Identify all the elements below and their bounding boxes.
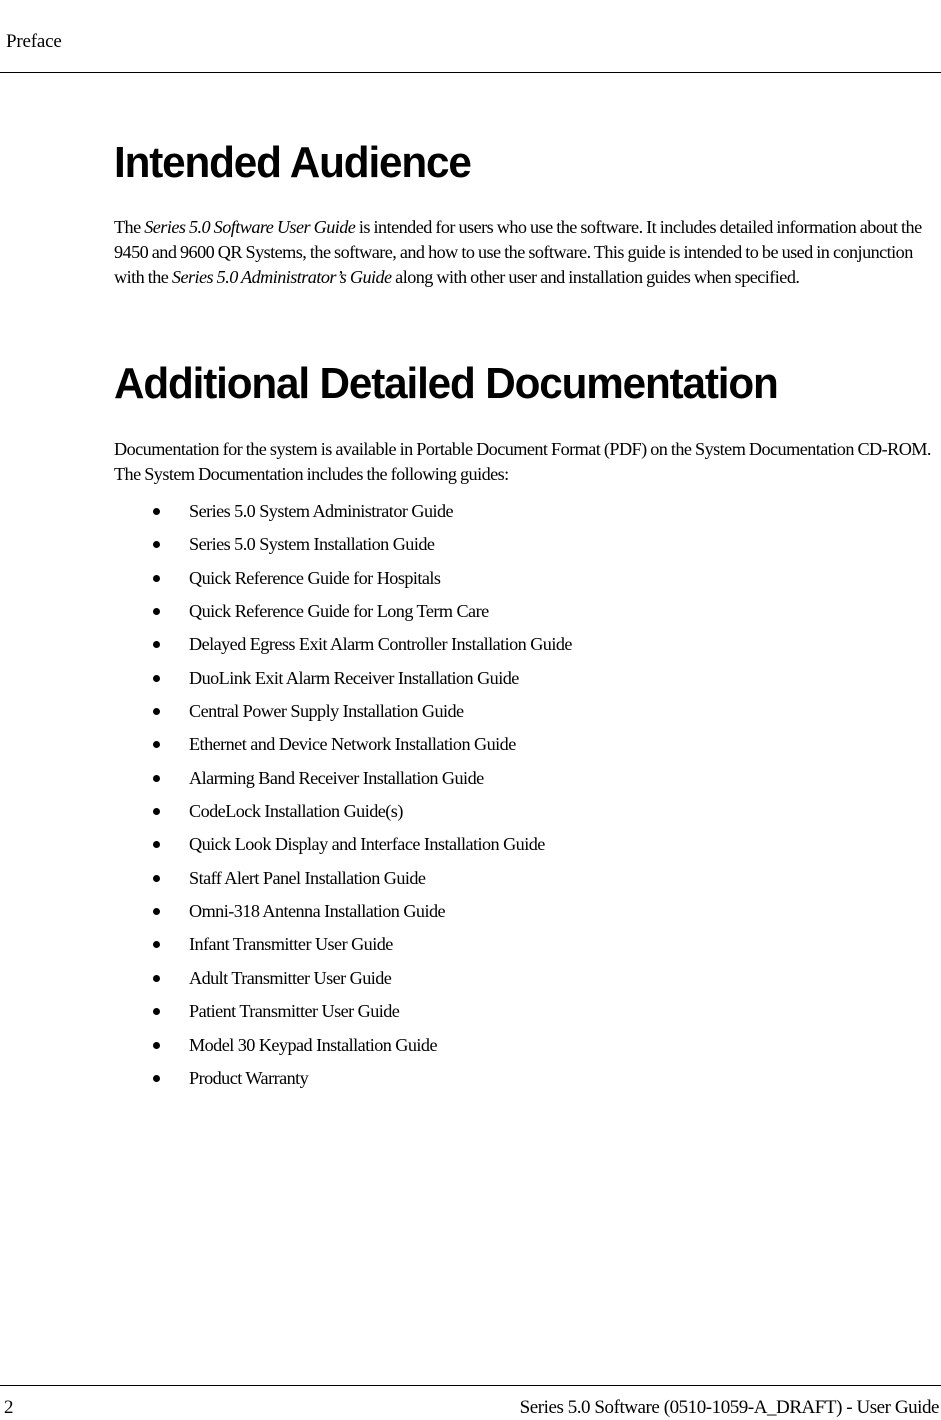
guide-title: Staff Alert Panel Installation Guide (189, 867, 426, 888)
heading-intended-audience: Intended Audience (114, 138, 472, 187)
guide-title: Quick Reference Guide for Hospitals (189, 567, 441, 588)
text-run: The (114, 217, 145, 237)
book-title-user-guide: Series 5.0 Software User Guide (144, 217, 356, 237)
guide-title: Series 5.0 System Administrator Guide (189, 501, 454, 521)
header-divider (0, 72, 941, 73)
guide-title: Omni-318 Antenna Installation Guide (189, 901, 446, 922)
guide-title: Adult Transmitter User Guide (189, 967, 392, 988)
guide-title: Series 5.0 System Installation Guide (189, 534, 435, 555)
guide-title: Quick Look Display and Interface Install… (189, 834, 545, 855)
guide-title: CodeLock Installation Guide(s) (189, 801, 403, 822)
additional-documentation-paragraph: Documentation for the system is availabl… (114, 439, 931, 484)
guide-title: Delayed Egress Exit Alarm Controller Ins… (189, 634, 572, 655)
guide-title: Alarming Band Receiver Installation Guid… (189, 767, 484, 788)
guide-title: DuoLink Exit Alarm Receiver Installation… (189, 667, 519, 688)
guide-title: Model 30 Keypad Installation Guide (189, 1034, 438, 1055)
page-number: 2 (4, 1397, 14, 1418)
running-footer-title: Series 5.0 Software (0510-1059-A_DRAFT) … (519, 1397, 940, 1418)
guide-title: Ethernet and Device Network Installation… (189, 734, 516, 755)
guide-title: Central Power Supply Installation Guide (189, 701, 464, 722)
book-title-admin-guide: Series 5.0 Administrator’s Guide (171, 267, 392, 287)
intended-audience-paragraph: The Series 5.0 Software User Guide is in… (114, 215, 941, 290)
text-run: along with other user and installation g… (391, 267, 800, 287)
guide-title: Infant Transmitter User Guide (189, 934, 393, 955)
running-header-section: Preface (6, 31, 62, 52)
heading-additional-documentation: Additional Detailed Documentation (114, 359, 779, 408)
guide-title: Product Warranty (189, 1067, 309, 1088)
footer-divider (0, 1385, 941, 1386)
guide-title: Quick Reference Guide for Long Term Care (189, 601, 489, 622)
guide-title: Patient Transmitter User Guide (189, 1001, 400, 1022)
